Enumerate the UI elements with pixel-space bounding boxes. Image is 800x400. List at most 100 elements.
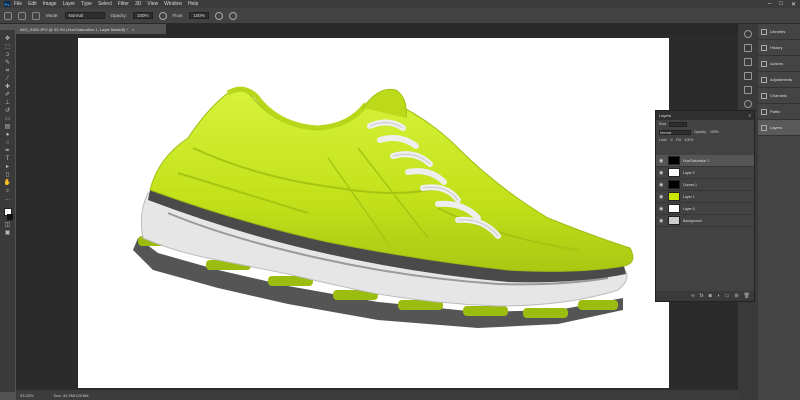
layer-style-icon[interactable]: fx (700, 293, 704, 299)
opacity-label: Opacity: (110, 13, 128, 18)
menu-select[interactable]: Select (98, 1, 112, 7)
quick-mask-icon[interactable]: ◫ (3, 222, 12, 228)
brush-tool-icon[interactable]: ✐ (3, 92, 12, 98)
eraser-tool-icon[interactable]: ▭ (3, 116, 12, 122)
layer-opacity-field[interactable]: 100% (710, 130, 719, 134)
document-title: IMG_9185.JPG @ 33.3% (Hue/Saturation 1, … (20, 26, 128, 32)
close-button[interactable]: ✕ (791, 1, 796, 8)
flow-label: Flow: (172, 13, 184, 18)
visibility-eye-icon[interactable]: ◉ (659, 158, 665, 164)
pressure-opacity-icon[interactable] (158, 11, 167, 20)
minimize-button[interactable]: – (768, 1, 771, 7)
visibility-eye-icon[interactable]: ◉ (659, 182, 665, 188)
menu-image[interactable]: Image (43, 1, 57, 7)
panel-layers[interactable]: Layers (758, 120, 800, 136)
brush-panel-icon[interactable] (32, 11, 40, 20)
trash-icon[interactable]: 🗑 (744, 293, 750, 299)
menu-file[interactable]: File (14, 1, 22, 7)
lock-icon[interactable]: ⚿ (670, 138, 673, 142)
visibility-eye-icon[interactable]: ◉ (659, 218, 665, 224)
lasso-tool-icon[interactable]: ↄ (3, 52, 12, 58)
airbrush-icon[interactable] (214, 11, 223, 20)
new-group-icon[interactable]: ▭ (725, 293, 730, 299)
panel-menu-icon[interactable]: ≡ (749, 113, 751, 118)
menu-window[interactable]: Window (164, 1, 182, 7)
panel-history[interactable]: History (758, 40, 800, 56)
eyedropper-tool-icon[interactable]: ⁄ (3, 76, 12, 82)
fill-field[interactable]: 100% (685, 138, 694, 142)
document-tab-bar: IMG_9185.JPG @ 33.3% (Hue/Saturation 1, … (16, 24, 738, 34)
brush-preset-icon[interactable] (4, 11, 12, 20)
kind-filter[interactable]: Kind (659, 122, 666, 126)
maximize-button[interactable]: □ (779, 1, 783, 7)
panel-adjustments[interactable]: Adjustments (758, 72, 800, 88)
panel-label: Actions (770, 61, 784, 66)
panel-libraries[interactable]: Libraries (758, 24, 800, 40)
menu-layer[interactable]: Layer (63, 1, 76, 7)
menu-3d[interactable]: 3D (135, 1, 141, 7)
visibility-eye-icon[interactable]: ◉ (659, 194, 665, 200)
pressure-size-icon[interactable] (228, 11, 237, 20)
document-tab[interactable]: IMG_9185.JPG @ 33.3% (Hue/Saturation 1, … (16, 24, 166, 34)
close-tab-button[interactable]: × (132, 27, 134, 32)
paths-icon[interactable] (744, 100, 752, 108)
filter-select[interactable] (669, 121, 688, 127)
panel-paths[interactable]: Paths (758, 104, 800, 120)
history-icon[interactable] (744, 44, 752, 52)
menu-view[interactable]: View (147, 1, 158, 7)
mode-select[interactable]: Normal (64, 12, 105, 19)
more-tools-icon[interactable]: … (3, 196, 12, 202)
type-tool-icon[interactable]: T (3, 156, 12, 162)
history-brush-tool-icon[interactable]: ↺ (3, 108, 12, 114)
panel-label: Channels (770, 93, 787, 98)
menu-help[interactable]: Help (188, 1, 198, 7)
add-mask-icon[interactable]: ◙ (709, 293, 712, 299)
screen-mode-icon[interactable]: ▣ (3, 230, 12, 236)
mode-label: Mode: (46, 13, 59, 18)
layer-row[interactable]: ◉ Background (656, 215, 754, 227)
marquee-tool-icon[interactable]: ⬚ (3, 44, 12, 50)
layer-row[interactable]: ◉ Hue/Saturation 1 (656, 155, 754, 167)
menu-filter[interactable]: Filter (118, 1, 129, 7)
zoom-tool-icon[interactable]: ⌕ (3, 188, 12, 194)
layer-row[interactable]: ◉ Layer 1 (656, 191, 754, 203)
adjustment-layer-icon[interactable]: ◑ (717, 293, 720, 299)
menu-edit[interactable]: Edit (28, 1, 37, 7)
background-color-swatch[interactable] (6, 214, 13, 220)
visibility-eye-icon[interactable]: ◉ (659, 206, 665, 212)
healing-tool-icon[interactable]: ✚ (3, 84, 12, 90)
brush-size-icon[interactable] (18, 11, 26, 20)
libraries-icon[interactable] (744, 30, 752, 38)
panel-actions[interactable]: Actions (758, 56, 800, 72)
adjustments-icon[interactable] (744, 72, 752, 80)
gradient-tool-icon[interactable]: ▤ (3, 124, 12, 130)
crop-tool-icon[interactable]: ⌗ (3, 68, 12, 74)
blur-tool-icon[interactable]: ● (3, 132, 12, 138)
tools-panel: ✥ ⬚ ↄ ✎ ⌗ ⁄ ✚ ✐ ⊥ ↺ ▭ ▤ ● ○ ✒ T ▸ ▯ ✋ ⌕ … (0, 30, 15, 392)
visibility-eye-icon[interactable]: ◉ (659, 170, 665, 176)
new-layer-icon[interactable]: ⊞ (734, 293, 738, 299)
clone-stamp-tool-icon[interactable]: ⊥ (3, 100, 12, 106)
channels-icon[interactable] (744, 86, 752, 94)
shape-tool-icon[interactable]: ▯ (3, 172, 12, 178)
hand-tool-icon[interactable]: ✋ (3, 180, 12, 186)
blend-mode-select[interactable]: Normal (659, 129, 691, 135)
quick-select-tool-icon[interactable]: ✎ (3, 60, 12, 66)
link-layers-icon[interactable]: ∞ (691, 293, 695, 299)
zoom-level[interactable]: 33.33% (20, 393, 34, 398)
document-canvas[interactable] (78, 38, 669, 388)
layer-row[interactable]: ◉ Curves 1 (656, 179, 754, 191)
layers-panel-header[interactable]: Layers ≡ (656, 111, 754, 120)
opacity-field[interactable]: 100% (133, 12, 153, 19)
path-select-tool-icon[interactable]: ▸ (3, 164, 12, 170)
layer-row[interactable]: ◉ Layer 2 (656, 167, 754, 179)
panel-channels[interactable]: Channels (758, 88, 800, 104)
layer-row[interactable]: ◉ Layer 0 (656, 203, 754, 215)
flow-field[interactable]: 100% (189, 12, 209, 19)
pen-tool-icon[interactable]: ✒ (3, 148, 12, 154)
move-tool-icon[interactable]: ✥ (3, 36, 12, 42)
actions-icon[interactable] (744, 58, 752, 66)
layer-name: Hue/Saturation 1 (683, 158, 710, 163)
dodge-tool-icon[interactable]: ○ (3, 140, 12, 146)
menu-type[interactable]: Type (81, 1, 92, 7)
